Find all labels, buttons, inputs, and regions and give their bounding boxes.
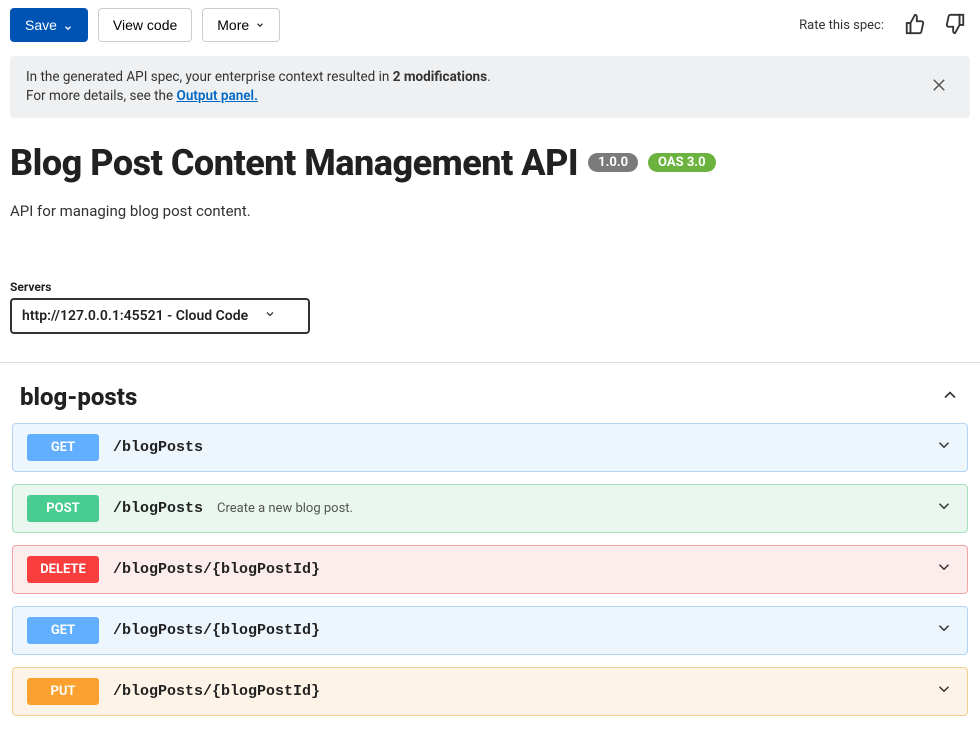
- operation-path: /blogPosts/{blogPostId}: [113, 561, 320, 578]
- chevron-down-icon: [935, 558, 953, 580]
- thumbs-up-button[interactable]: [900, 9, 930, 42]
- operation-method: GET: [27, 434, 99, 461]
- operation-method: PUT: [27, 678, 99, 705]
- thumbs-up-icon: [904, 13, 926, 38]
- api-header: Blog Post Content Management API 1.0.0 O…: [0, 118, 980, 220]
- api-title: Blog Post Content Management API: [10, 142, 578, 184]
- chevron-down-icon: [935, 680, 953, 702]
- servers-label: Servers: [10, 280, 970, 294]
- info-banner: In the generated API spec, your enterpri…: [10, 56, 970, 118]
- close-icon: [930, 82, 948, 97]
- chevron-down-icon: [255, 17, 265, 33]
- save-button[interactable]: Save: [10, 8, 88, 42]
- thumbs-down-icon: [944, 13, 966, 38]
- banner-line1-suffix: .: [487, 69, 491, 85]
- chevron-down-icon: [264, 308, 276, 324]
- chevron-down-icon: [63, 20, 73, 30]
- tag-header[interactable]: blog-posts: [12, 375, 968, 423]
- banner-line1-bold: 2 modifications: [393, 69, 487, 85]
- chevron-down-icon: [935, 436, 953, 458]
- toolbar: Save View code More Rate this spec:: [0, 0, 980, 50]
- operation-row[interactable]: GET /blogPosts/{blogPostId}: [12, 606, 968, 655]
- chevron-down-icon: [935, 619, 953, 641]
- operation-path: /blogPosts/{blogPostId}: [113, 622, 320, 639]
- operation-summary: Create a new blog post.: [217, 501, 353, 516]
- tag-name: blog-posts: [20, 383, 137, 411]
- banner-line1-prefix: In the generated API spec, your enterpri…: [26, 69, 393, 85]
- operation-row[interactable]: GET /blogPosts: [12, 423, 968, 472]
- view-code-label: View code: [113, 17, 177, 33]
- save-button-label: Save: [25, 17, 57, 33]
- view-code-button[interactable]: View code: [98, 8, 192, 42]
- tag-section: blog-posts GET /blogPosts POST /blogPost…: [0, 363, 980, 746]
- operation-path: /blogPosts: [113, 439, 203, 456]
- operation-row[interactable]: PUT /blogPosts/{blogPostId}: [12, 667, 968, 716]
- oas-badge: OAS 3.0: [648, 153, 716, 172]
- output-panel-link[interactable]: Output panel.: [177, 88, 258, 104]
- operation-path: /blogPosts/{blogPostId}: [113, 683, 320, 700]
- servers-section: Servers http://127.0.0.1:45521 - Cloud C…: [10, 280, 970, 334]
- api-description: API for managing blog post content.: [10, 202, 970, 220]
- chevron-up-icon: [940, 385, 960, 409]
- rate-label: Rate this spec:: [799, 18, 884, 33]
- operation-method: DELETE: [27, 556, 99, 583]
- chevron-down-icon: [935, 497, 953, 519]
- operation-row[interactable]: DELETE /blogPosts/{blogPostId}: [12, 545, 968, 594]
- more-button[interactable]: More: [202, 8, 280, 42]
- more-label: More: [217, 17, 249, 33]
- banner-line2-prefix: For more details, see the: [26, 88, 177, 104]
- operation-path: /blogPosts: [113, 500, 203, 517]
- thumbs-down-button[interactable]: [940, 9, 970, 42]
- operation-row[interactable]: POST /blogPosts Create a new blog post.: [12, 484, 968, 533]
- operation-method: GET: [27, 617, 99, 644]
- banner-close-button[interactable]: [924, 70, 954, 103]
- banner-message: In the generated API spec, your enterpri…: [26, 68, 908, 106]
- server-select[interactable]: http://127.0.0.1:45521 - Cloud Code: [10, 298, 310, 334]
- operation-method: POST: [27, 495, 99, 522]
- server-selected-value: http://127.0.0.1:45521 - Cloud Code: [22, 308, 248, 324]
- version-badge: 1.0.0: [588, 153, 638, 172]
